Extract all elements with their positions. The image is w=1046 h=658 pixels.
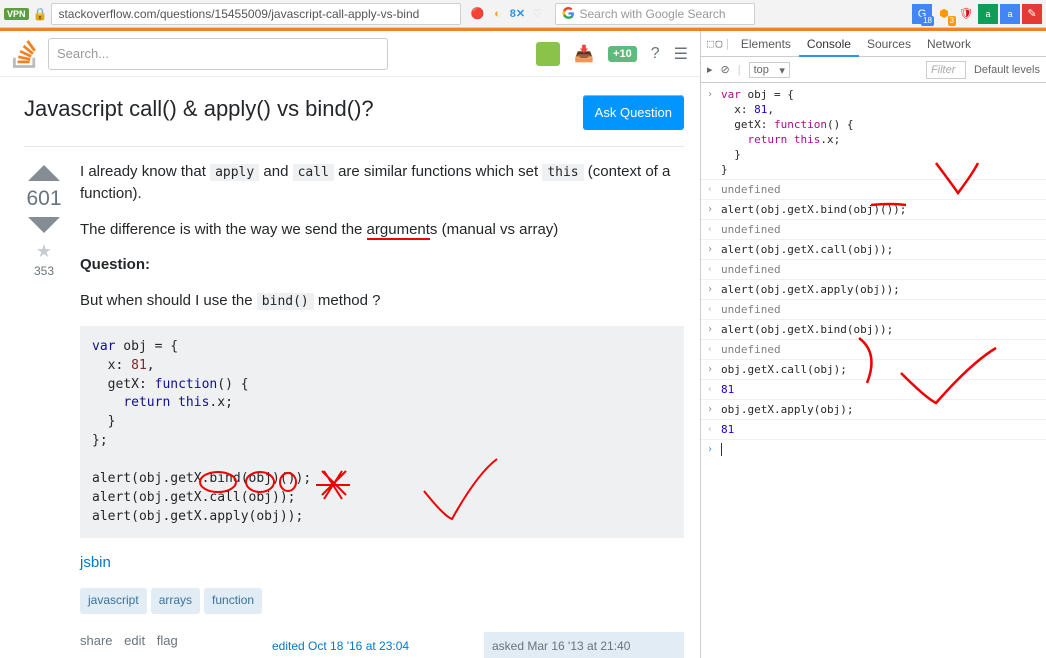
vpn-badge: VPN [4, 8, 29, 20]
console-line: ›obj.getX.apply(obj); [701, 400, 1046, 420]
code-bind: bind() [257, 293, 314, 310]
text: But when should I use the [80, 292, 257, 309]
code-this: this [542, 164, 583, 181]
console-line: ‹undefined [701, 180, 1046, 200]
devtools-tab-elements[interactable]: Elements [733, 33, 799, 55]
tag-javascript[interactable]: javascript [80, 588, 147, 613]
google-search-placeholder: Search with Google Search [579, 7, 725, 21]
console-line: ‹undefined [701, 340, 1046, 360]
so-header: Search... 📥 +10 ? ☰ [0, 31, 700, 77]
code-apply: apply [210, 164, 259, 181]
text: The difference is with the way we send t… [80, 221, 367, 238]
help-icon[interactable]: ? [651, 45, 660, 63]
lock-icon: 🔒 [33, 7, 48, 21]
log-levels-dropdown[interactable]: Default levels [974, 64, 1040, 76]
vote-column: 601 ★ 353 [24, 161, 64, 658]
text: are similar functions which set [334, 163, 542, 180]
favorite-star-icon[interactable]: ★ [24, 241, 64, 262]
console-line: ‹81 [701, 380, 1046, 400]
ext-icon[interactable]: ◐ [489, 6, 505, 22]
text: method ? [314, 292, 381, 309]
browser-extensions: G18 ⬢3 🛡 a a ✎ [912, 4, 1042, 24]
post-actions: share edit flag [80, 632, 186, 658]
heart-icon[interactable]: ♡ [529, 6, 545, 22]
ext-icon[interactable]: G18 [912, 4, 932, 24]
vote-count: 601 [24, 187, 64, 211]
ext-icon[interactable]: 🛡 [956, 4, 976, 24]
console-line: ›alert(obj.getX.apply(obj)); [701, 280, 1046, 300]
url-extension-icons: 🔴 ◐ 8✕ ♡ [469, 6, 545, 22]
ext-icon[interactable]: a [1000, 4, 1020, 24]
devtools-tab-console[interactable]: Console [799, 33, 859, 57]
play-icon[interactable]: ▸ [707, 63, 713, 76]
ext-icon[interactable]: 8✕ [509, 6, 525, 22]
console-line: ›obj.getX.call(obj); [701, 360, 1046, 380]
inspect-icon[interactable]: ⬚ [707, 37, 714, 50]
console-toolbar: ▸ ⊘ | top▾ Filter Default levels [701, 57, 1046, 83]
console-line: ›var obj = { x: 81, getX: function() { r… [701, 85, 1046, 180]
inbox-icon[interactable]: 📥 [574, 44, 594, 64]
user-avatar[interactable] [536, 42, 560, 66]
question-label: Question: [80, 256, 150, 273]
console-line: ‹undefined [701, 300, 1046, 320]
favorite-count: 353 [24, 264, 64, 278]
reputation-badge[interactable]: +10 [608, 46, 637, 62]
clear-icon[interactable]: ⊘ [721, 63, 730, 76]
action-flag[interactable]: flag [157, 633, 178, 648]
tag-arrays[interactable]: arrays [151, 588, 200, 613]
device-icon[interactable]: ▢ [716, 37, 723, 50]
downvote-button[interactable] [28, 217, 60, 233]
browser-address-bar: VPN 🔒 stackoverflow.com/questions/154550… [0, 0, 1046, 28]
console-line: ‹undefined [701, 260, 1046, 280]
tags-row: javascriptarraysfunction [80, 588, 684, 613]
console-line: ›alert(obj.getX.bind(obj)); [701, 320, 1046, 340]
asked-time: asked Mar 16 '13 at 21:40 [492, 638, 676, 655]
devtools-panel: ⬚ ▢ | ElementsConsoleSourcesNetwork ▸ ⊘ … [700, 31, 1046, 658]
console-line: ‹undefined [701, 220, 1046, 240]
tag-function[interactable]: function [204, 588, 262, 613]
editor-card: edited Oct 18 '16 at 23:04 Sun 3,693 3 1… [264, 632, 464, 658]
underlined-text: argument [367, 221, 430, 240]
code-call: call [293, 164, 334, 181]
upvote-button[interactable] [28, 165, 60, 181]
ext-icon[interactable]: 🔴 [469, 6, 485, 22]
asker-card: asked Mar 16 '13 at 21:40 Royi Namir 70.… [484, 632, 684, 658]
filter-input[interactable]: Filter [926, 61, 966, 79]
edited-link[interactable]: edited Oct 18 '16 at 23:04 [272, 639, 409, 653]
context-selector[interactable]: top▾ [749, 62, 790, 78]
console-output[interactable]: ›var obj = { x: 81, getX: function() { r… [701, 83, 1046, 658]
text: s (manual vs array) [430, 221, 558, 238]
url-input[interactable]: stackoverflow.com/questions/15455009/jav… [51, 3, 461, 25]
ext-icon[interactable]: ✎ [1022, 4, 1042, 24]
text: I already know that [80, 163, 210, 180]
console-line: ›alert(obj.getX.bind(obj)()); [701, 200, 1046, 220]
question-title: Javascript call() & apply() vs bind()? [24, 95, 374, 124]
devtools-tab-sources[interactable]: Sources [859, 33, 919, 55]
stackoverflow-page: Search... 📥 +10 ? ☰ Javascript call() & … [0, 31, 700, 658]
google-search-input[interactable]: Search with Google Search [555, 3, 755, 25]
devtools-tabs: ⬚ ▢ | ElementsConsoleSourcesNetwork [701, 31, 1046, 57]
menu-icon[interactable]: ☰ [674, 44, 688, 64]
post-body: I already know that apply and call are s… [80, 161, 684, 658]
console-prompt[interactable]: › [701, 440, 1046, 459]
console-line: ›alert(obj.getX.call(obj)); [701, 240, 1046, 260]
action-share[interactable]: share [80, 633, 113, 648]
ask-question-button[interactable]: Ask Question [583, 95, 684, 130]
ext-icon[interactable]: a [978, 4, 998, 24]
code-block[interactable]: var obj = { x: 81, getX: function() { re… [80, 326, 684, 538]
text: and [259, 163, 292, 180]
devtools-tab-network[interactable]: Network [919, 33, 979, 55]
action-edit[interactable]: edit [124, 633, 145, 648]
so-logo-icon[interactable] [12, 39, 38, 69]
ext-icon[interactable]: ⬢3 [934, 4, 954, 24]
so-search-input[interactable]: Search... [48, 38, 388, 70]
google-icon [562, 7, 575, 20]
jsbin-link[interactable]: jsbin [80, 554, 111, 571]
console-line: ‹81 [701, 420, 1046, 440]
